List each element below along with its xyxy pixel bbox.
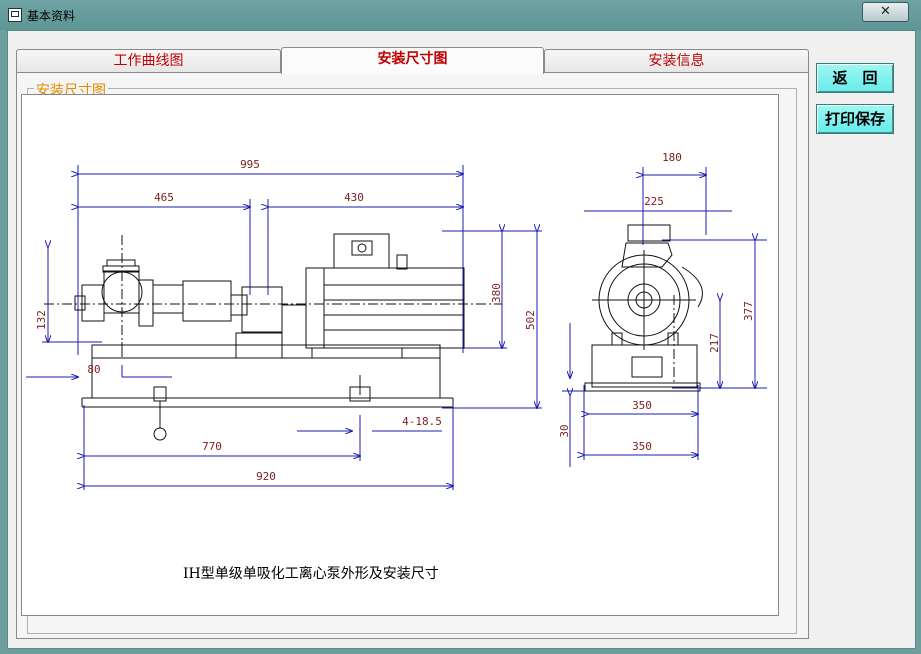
tab-work-curve[interactable]: 工作曲线图 (16, 49, 281, 72)
print-save-button[interactable]: 打印保存 (816, 104, 894, 134)
dim-770: 770 (202, 440, 222, 453)
dim-80: 80 (87, 363, 100, 376)
title-bar: 基本资料 ✕ (0, 0, 921, 30)
dim-920: 920 (256, 470, 276, 483)
dim-995: 995 (240, 158, 260, 171)
dim-430: 430 (344, 191, 364, 204)
tab-strip: 工作曲线图 安装尺寸图 安装信息 (16, 47, 809, 74)
dim-350-bottom: 350 (632, 440, 652, 453)
install-drawing: 995 465 430 380 502 132 80 770 920 4-18.… (21, 94, 779, 616)
dim-225: 225 (644, 195, 664, 208)
dim-217: 217 (708, 333, 721, 353)
dim-132: 132 (35, 310, 48, 330)
dim-30: 30 (558, 424, 571, 437)
dim-377: 377 (742, 301, 755, 321)
app-icon (8, 8, 22, 22)
dim-502: 502 (524, 310, 537, 330)
dim-4-18-5: 4-18.5 (402, 415, 442, 428)
window-title: 基本资料 (27, 9, 76, 23)
dim-465: 465 (154, 191, 174, 204)
dim-180: 180 (662, 151, 682, 164)
tab-install-info[interactable]: 安装信息 (544, 49, 809, 72)
app-window: 基本资料 ✕ 工作曲线图 安装尺寸图 安装信息 安装尺寸图 995 465 43… (0, 0, 921, 654)
drawing-caption: IH型单级单吸化工离心泵外形及安装尺寸 (183, 566, 439, 582)
drawing-canvas: 995 465 430 380 502 132 80 770 920 4-18.… (26, 151, 767, 490)
dim-350-top: 350 (632, 399, 652, 412)
back-button[interactable]: 返 回 (816, 63, 894, 93)
close-button[interactable]: ✕ (862, 2, 909, 22)
tab-install-dimension[interactable]: 安装尺寸图 (281, 47, 544, 74)
client-area: 工作曲线图 安装尺寸图 安装信息 安装尺寸图 995 465 430 380 5… (7, 30, 916, 649)
dim-380: 380 (490, 283, 503, 303)
